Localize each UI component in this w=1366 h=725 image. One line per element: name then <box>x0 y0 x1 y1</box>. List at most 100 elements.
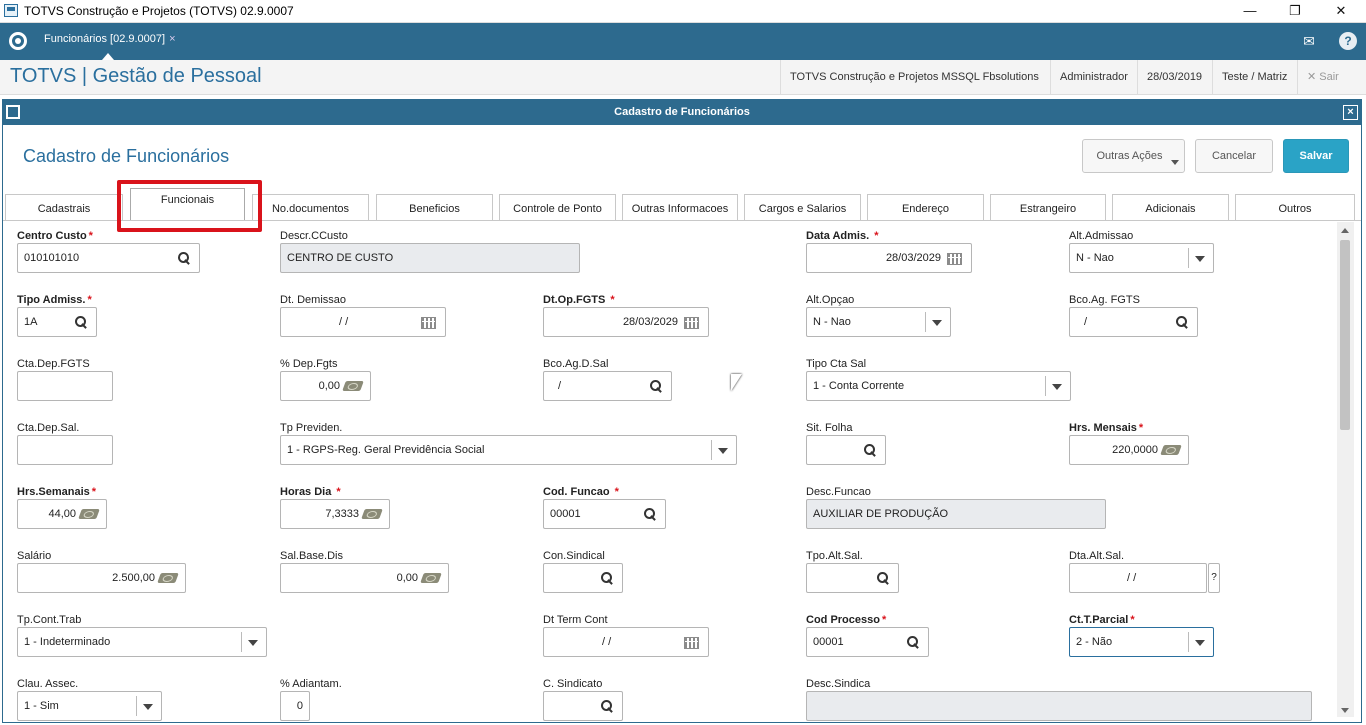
search-icon[interactable] <box>877 572 889 584</box>
mail-icon[interactable]: ✉ <box>1300 32 1318 50</box>
minimize-button[interactable]: — <box>1235 2 1265 20</box>
hrs-mensais-input[interactable]: 220,0000 <box>1069 435 1189 465</box>
bco-ag-fgts-input[interactable]: / <box>1069 307 1198 337</box>
dialog-titlebar: Cadastro de Funcionários × <box>3 100 1361 125</box>
pct-adiantam-value: 0 <box>296 700 303 712</box>
cod-processo-value: 00001 <box>813 636 844 648</box>
exit-button[interactable]: ✕ Sair <box>1297 60 1348 95</box>
cta-dep-sal-input[interactable] <box>17 435 113 465</box>
tipo-admiss-input[interactable]: 1A <box>17 307 97 337</box>
close-window-button[interactable]: ✕ <box>1326 2 1356 20</box>
cod-funcao-label: Cod. Funcao * <box>543 486 619 498</box>
tp-cont-trab-select[interactable]: 1 - Indeterminado <box>17 627 267 657</box>
c-sindicato-input[interactable] <box>543 691 623 721</box>
search-icon[interactable] <box>1176 316 1188 328</box>
con-sindical-label: Con.Sindical <box>543 550 605 562</box>
centro-custo-input[interactable]: 010101010 <box>17 243 200 273</box>
hrs-semanais-input[interactable]: 44,00 <box>17 499 107 529</box>
tab-no-documentos[interactable]: No.documentos <box>252 194 369 220</box>
cod-processo-input[interactable]: 00001 <box>806 627 929 657</box>
tab-close-icon[interactable]: × <box>169 33 175 45</box>
tab-endereco[interactable]: Endereço <box>867 194 984 220</box>
horas-dia-input[interactable]: 7,3333 <box>280 499 390 529</box>
cod-funcao-input[interactable]: 00001 <box>543 499 666 529</box>
centro-custo-label: Centro Custo * <box>17 230 93 242</box>
search-icon[interactable] <box>650 380 662 392</box>
restore-button[interactable]: ❐ <box>1280 2 1310 20</box>
alt-admissao-select[interactable]: N - Nao <box>1069 243 1214 273</box>
dialog-close-button[interactable]: × <box>1343 105 1358 120</box>
tab-outros[interactable]: Outros <box>1235 194 1355 220</box>
tab-cadastrais[interactable]: Cadastrais <box>5 194 123 220</box>
mouse-cursor-icon <box>731 374 742 391</box>
money-icon[interactable] <box>1160 445 1182 455</box>
search-icon[interactable] <box>601 572 613 584</box>
scroll-down-icon[interactable] <box>1341 708 1349 713</box>
search-icon[interactable] <box>178 252 190 264</box>
branch-label: Teste / Matriz <box>1212 60 1296 95</box>
tab-estrangeiro[interactable]: Estrangeiro <box>990 194 1106 220</box>
dta-alt-sal-value: / / <box>1127 572 1137 584</box>
clau-assec-select[interactable]: 1 - Sim <box>17 691 162 721</box>
money-icon[interactable] <box>342 381 364 391</box>
other-actions-button[interactable]: Outras Ações <box>1082 139 1185 173</box>
bco-ag-d-sal-input[interactable]: / <box>543 371 672 401</box>
c-sindicato-label: C. Sindicato <box>543 678 603 690</box>
tab-beneficios[interactable]: Beneficios <box>376 194 493 220</box>
tp-previden-select[interactable]: 1 - RGPS-Reg. Geral Previdência Social <box>280 435 737 465</box>
money-icon[interactable] <box>157 573 179 583</box>
search-icon[interactable] <box>601 700 613 712</box>
scroll-thumb[interactable] <box>1340 240 1350 430</box>
tab-controle-de-ponto[interactable]: Controle de Ponto <box>499 194 616 220</box>
ct-t-parcial-select[interactable]: 2 - Não <box>1069 627 1214 657</box>
hrs-mensais-label: Hrs. Mensais * <box>1069 422 1144 434</box>
dta-alt-sal-help-button[interactable]: ? <box>1208 563 1220 593</box>
scroll-up-icon[interactable] <box>1341 228 1349 233</box>
tipo-cta-sal-select[interactable]: 1 - Conta Corrente <box>806 371 1071 401</box>
search-icon[interactable] <box>907 636 919 648</box>
cancel-button[interactable]: Cancelar <box>1195 139 1273 173</box>
sit-folha-label: Sit. Folha <box>806 422 853 434</box>
alt-opcao-select[interactable]: N - Nao <box>806 307 951 337</box>
save-button[interactable]: Salvar <box>1283 139 1349 173</box>
sit-folha-input[interactable] <box>806 435 886 465</box>
tpo-alt-sal-input[interactable] <box>806 563 899 593</box>
bco-ag-d-sal-value: / <box>558 380 562 392</box>
tab-adicionais[interactable]: Adicionais <box>1112 194 1229 220</box>
pct-dep-fgts-input[interactable]: 0,00 <box>280 371 371 401</box>
money-icon[interactable] <box>420 573 442 583</box>
dt-term-cont-input[interactable]: / / <box>543 627 709 657</box>
vertical-scrollbar[interactable] <box>1337 222 1354 717</box>
calendar-icon[interactable] <box>684 637 699 649</box>
calendar-icon[interactable] <box>947 253 962 265</box>
pct-adiantam-input[interactable]: 0 <box>280 691 310 721</box>
pct-dep-fgts-value: 0,00 <box>318 380 340 392</box>
salario-value: 2.500,00 <box>112 572 155 584</box>
data-admis-input[interactable]: 28/03/2029 <box>806 243 972 273</box>
con-sindical-input[interactable] <box>543 563 623 593</box>
form-area: Centro Custo * 010101010 Descr.CCusto CEN… <box>3 222 1337 722</box>
dt-demissao-value: / / <box>339 316 349 328</box>
sal-base-dis-input[interactable]: 0,00 <box>280 563 449 593</box>
tab-cargos-e-salarios[interactable]: Cargos e Salarios <box>744 194 861 220</box>
dt-demissao-input[interactable]: / / <box>280 307 446 337</box>
dt-term-cont-label: Dt Term Cont <box>543 614 608 626</box>
tab-outras-informacoes[interactable]: Outras Informacoes <box>622 194 738 220</box>
salario-input[interactable]: 2.500,00 <box>17 563 186 593</box>
money-icon[interactable] <box>78 509 100 519</box>
calendar-icon[interactable] <box>684 317 699 329</box>
search-icon[interactable] <box>644 508 656 520</box>
money-icon[interactable] <box>361 509 383 519</box>
horas-dia-value: 7,3333 <box>325 508 359 520</box>
search-icon[interactable] <box>75 316 87 328</box>
centro-custo-value: 010101010 <box>24 252 80 264</box>
dta-alt-sal-input[interactable]: / / <box>1069 563 1207 593</box>
exit-label: Sair <box>1319 71 1339 83</box>
help-icon[interactable]: ? <box>1339 32 1357 50</box>
totvs-logo-icon[interactable] <box>9 32 27 50</box>
calendar-icon[interactable] <box>421 317 436 329</box>
search-icon[interactable] <box>864 444 876 456</box>
bco-ag-d-sal-label: Bco.Ag.D.Sal <box>543 358 609 370</box>
cta-dep-fgts-input[interactable] <box>17 371 113 401</box>
dt-op-fgts-input[interactable]: 28/03/2029 <box>543 307 709 337</box>
